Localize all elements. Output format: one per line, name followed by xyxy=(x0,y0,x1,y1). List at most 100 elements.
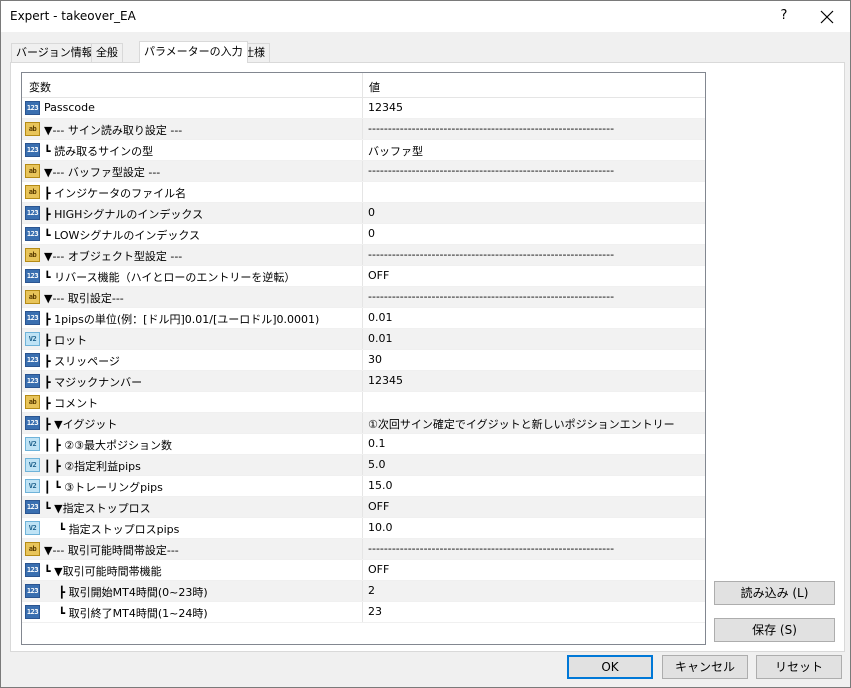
help-button[interactable]: ? xyxy=(771,3,797,29)
parameter-value[interactable]: ①次回サイン確定でイグジットと新しいポジションエントリー xyxy=(368,416,675,432)
parameter-value[interactable]: 12345 xyxy=(368,374,403,387)
parameter-row[interactable]: V2 ┣ ロット 0.01 xyxy=(22,329,705,350)
column-header-variable[interactable]: 変数 xyxy=(29,79,51,95)
parameter-row[interactable]: 123 ┣ ▼イグジット ①次回サイン確定でイグジットと新しいポジションエントリー xyxy=(22,413,705,434)
parameter-value[interactable]: ----------------------------------------… xyxy=(368,164,614,177)
parameter-value[interactable]: OFF xyxy=(368,563,389,576)
parameter-row[interactable]: 123 Passcode 12345 xyxy=(22,98,705,119)
parameter-value[interactable]: 0 xyxy=(368,206,375,219)
parameter-row[interactable]: ab ┣ インジケータのファイル名 xyxy=(22,182,705,203)
parameter-value[interactable]: 0.01 xyxy=(368,332,393,345)
parameter-row[interactable]: V2 ┃ ┗ ③トレーリングpips 15.0 xyxy=(22,476,705,497)
parameter-value[interactable]: 12345 xyxy=(368,101,403,114)
parameter-row[interactable]: ab ▼--- バッファ型設定 --- ----------------------… xyxy=(22,161,705,182)
parameter-row[interactable]: 123 ┣ 1pipsの単位(例：[ドル円]0.01/[ユーロドル]0.0001)… xyxy=(22,308,705,329)
str-type-icon: ab xyxy=(25,164,40,178)
parameter-row[interactable]: ab ▼--- オブジェクト型設定 --- --------------------… xyxy=(22,245,705,266)
parameter-value[interactable]: 30 xyxy=(368,353,382,366)
tab-version-info[interactable]: バージョン情報 xyxy=(11,43,98,62)
parameter-row[interactable]: 123 ┗ 取引終了MT4時間(1~24時) 23 xyxy=(22,602,705,623)
parameter-value[interactable]: 5.0 xyxy=(368,458,386,471)
parameter-row[interactable]: V2 ┃ ┣ ②③最大ポジション数 0.1 xyxy=(22,434,705,455)
save-button[interactable]: 保存 (S) xyxy=(714,618,835,642)
dbl-type-icon: V2 xyxy=(25,521,40,535)
expert-dialog: Expert - takeover_EA ? バージョン情報 全般 パラメーター… xyxy=(0,0,851,688)
parameter-value[interactable]: OFF xyxy=(368,500,389,513)
parameter-name: ┣ ▼イグジット xyxy=(44,418,118,431)
str-type-icon: ab xyxy=(25,185,40,199)
load-button[interactable]: 読み込み (L) xyxy=(714,581,835,605)
int-type-icon: 123 xyxy=(25,605,40,619)
parameter-value[interactable]: 0.01 xyxy=(368,311,393,324)
int-type-icon: 123 xyxy=(25,416,40,430)
cell-divider xyxy=(362,539,363,559)
tab-input-parameters[interactable]: パラメーターの入力 xyxy=(139,41,248,63)
str-type-icon: ab xyxy=(25,395,40,409)
reset-button[interactable]: リセット xyxy=(756,655,842,679)
int-type-icon: 123 xyxy=(25,269,40,283)
dbl-type-icon: V2 xyxy=(25,437,40,451)
parameter-name: ▼--- 取引設定--- xyxy=(44,292,124,305)
parameter-rows: 123 Passcode 12345 ab ▼--- サイン読み取り設定 --- ----… xyxy=(22,98,705,623)
cancel-button[interactable]: キャンセル xyxy=(662,655,748,679)
cell-divider xyxy=(362,119,363,139)
parameter-value[interactable]: 15.0 xyxy=(368,479,393,492)
parameter-value[interactable]: 0 xyxy=(368,227,375,240)
parameter-name: ┣ 1pipsの単位(例：[ドル円]0.01/[ユーロドル]0.0001) xyxy=(44,313,320,326)
parameter-row[interactable]: 123 ┗ リバース機能（ハイとローのエントリーを逆転） OFF xyxy=(22,266,705,287)
close-icon xyxy=(820,10,834,24)
parameter-value[interactable]: ----------------------------------------… xyxy=(368,248,614,261)
close-button[interactable] xyxy=(813,4,841,30)
parameter-row[interactable]: V2 ┃ ┣ ②指定利益pips 5.0 xyxy=(22,455,705,476)
parameter-name: Passcode xyxy=(44,101,95,114)
cell-divider xyxy=(362,518,363,538)
parameter-value[interactable]: ----------------------------------------… xyxy=(368,122,614,135)
column-divider[interactable] xyxy=(362,73,363,97)
parameter-name: ┗ 取引終了MT4時間(1~24時) xyxy=(44,607,208,620)
parameter-row[interactable]: 123 ┗ LOWシグナルのインデックス 0 xyxy=(22,224,705,245)
parameter-row[interactable]: 123 ┗ ▼指定ストップロス OFF xyxy=(22,497,705,518)
ok-button[interactable]: OK xyxy=(567,655,653,679)
cell-divider xyxy=(362,371,363,391)
parameter-name: ┣ インジケータのファイル名 xyxy=(44,187,187,200)
cell-divider xyxy=(362,560,363,580)
parameter-name: ┣ コメント xyxy=(44,397,99,410)
parameter-name: ▼--- 取引可能時間帯設定--- xyxy=(44,544,179,557)
cell-divider xyxy=(362,308,363,328)
parameter-row[interactable]: 123 ┣ 取引開始MT4時間(0~23時) 2 xyxy=(22,581,705,602)
int-type-icon: 123 xyxy=(25,227,40,241)
cell-divider xyxy=(362,455,363,475)
parameter-value[interactable]: ----------------------------------------… xyxy=(368,290,614,303)
cell-divider xyxy=(362,350,363,370)
parameter-row[interactable]: 123 ┗ 読み取るサインの型 バッファ型 xyxy=(22,140,705,161)
parameter-value[interactable]: 23 xyxy=(368,605,382,618)
parameter-row[interactable]: 123 ┗ ▼取引可能時間帯機能 OFF xyxy=(22,560,705,581)
parameter-value[interactable]: ----------------------------------------… xyxy=(368,542,614,555)
parameter-row[interactable]: ab ┣ コメント xyxy=(22,392,705,413)
cell-divider xyxy=(362,140,363,160)
dbl-type-icon: V2 xyxy=(25,479,40,493)
parameter-row[interactable]: 123 ┣ マジックナンバー 12345 xyxy=(22,371,705,392)
parameter-row[interactable]: V2 ┗ 指定ストップロスpips 10.0 xyxy=(22,518,705,539)
cell-divider xyxy=(362,287,363,307)
parameter-row[interactable]: ab ▼--- 取引設定--- --------------------------… xyxy=(22,287,705,308)
parameter-value[interactable]: バッファ型 xyxy=(368,143,423,159)
int-type-icon: 123 xyxy=(25,206,40,220)
parameter-value[interactable]: 0.1 xyxy=(368,437,386,450)
column-header-value[interactable]: 値 xyxy=(369,79,380,95)
parameter-value[interactable]: 2 xyxy=(368,584,375,597)
parameter-value[interactable]: OFF xyxy=(368,269,389,282)
parameter-row[interactable]: ab ▼--- サイン読み取り設定 --- --------------------… xyxy=(22,119,705,140)
parameter-name: ┃ ┗ ③トレーリングpips xyxy=(44,481,163,494)
parameter-row[interactable]: 123 ┣ HIGHシグナルのインデックス 0 xyxy=(22,203,705,224)
parameter-row[interactable]: 123 ┣ スリッページ 30 xyxy=(22,350,705,371)
parameter-row[interactable]: ab ▼--- 取引可能時間帯設定--- ---------------------… xyxy=(22,539,705,560)
cell-divider xyxy=(362,497,363,517)
cell-divider xyxy=(362,476,363,496)
str-type-icon: ab xyxy=(25,248,40,262)
parameter-name: ┣ HIGHシグナルのインデックス xyxy=(44,208,204,221)
cell-divider xyxy=(362,203,363,223)
tab-general[interactable]: 全般 xyxy=(91,43,123,62)
cell-divider xyxy=(362,98,363,118)
parameter-value[interactable]: 10.0 xyxy=(368,521,393,534)
